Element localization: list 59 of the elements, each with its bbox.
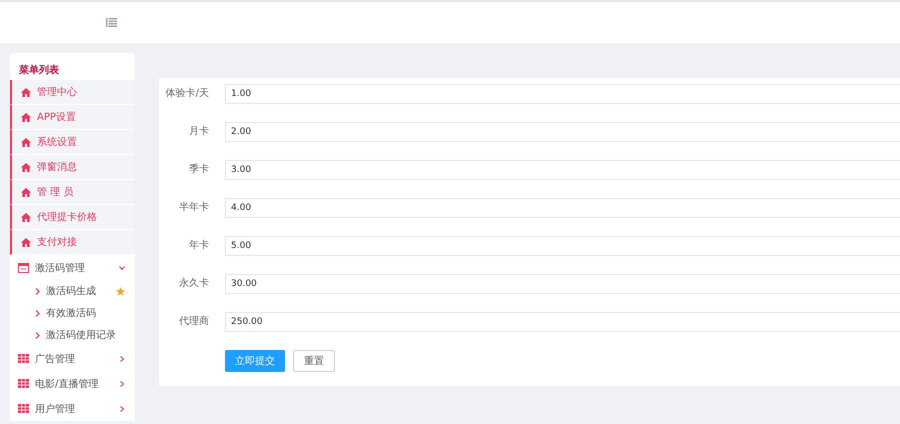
menu-item-label: 支付对接 [37,236,77,249]
table-icon [18,379,29,388]
menu-item[interactable]: 管 理 员 [10,180,135,205]
submenu-item[interactable]: 激活码生成 [10,280,135,302]
table-icon [18,404,29,413]
chevron-right-icon [35,332,40,338]
menu-group-label: 激活码管理 [35,262,86,274]
field-label: 永久卡 [178,276,209,291]
menu-group-label: 电影/直播管理 [35,378,100,390]
menu-title: 菜单列表 [18,64,60,78]
chevron-right-icon [35,310,40,316]
menu-item-label: 管理中心 [37,86,77,99]
submenu-item[interactable]: 激活码使用记录 [10,324,135,346]
home-icon [21,188,31,196]
field-label: 代理商 [178,314,209,329]
menu-item-label: 管 理 员 [37,186,74,199]
menu-item[interactable]: 代理提卡价格 [10,205,135,230]
home-icon [21,138,31,146]
field-label: 年卡 [188,238,209,253]
menu-item-label: APP设置 [37,110,76,124]
menu-item[interactable]: 管理中心 [10,80,135,105]
field-label: 体验卡/天 [164,86,209,101]
menu-item[interactable]: 系统设置 [10,130,135,155]
input-field[interactable]: 1.00 [225,84,900,104]
menu-group-label: 用户管理 [35,402,76,416]
input-field[interactable]: 250.00 [225,312,900,332]
submenu-item[interactable]: 有效激活码 [10,302,135,324]
home-icon [21,88,31,96]
field-label: 半年卡 [178,200,209,215]
menu-group[interactable]: 电影/直播管理 [10,371,135,396]
reset-button[interactable]: 重置 [293,350,335,372]
table-icon [18,354,29,363]
menu-group[interactable]: 用户管理 [10,396,135,421]
submenu-item-label: 激活码使用记录 [46,329,117,342]
input-field[interactable]: 30.00 [225,274,900,294]
menu-item-label: 代理提卡价格 [37,210,97,224]
menu-group[interactable]: 激活码管理 [10,255,135,280]
home-icon [21,112,31,122]
home-icon [21,212,31,222]
input-field[interactable]: 4.00 [225,198,900,218]
input-field[interactable]: 3.00 [225,160,900,180]
menu-group-label: 广告管理 [35,352,76,366]
field-label: 月卡 [188,124,209,139]
menu-item[interactable]: APP设置 [10,105,135,130]
menu-item[interactable]: 弹窗消息 [10,155,135,180]
menu-icon[interactable] [106,18,117,27]
home-icon [21,238,31,246]
field-label: 季卡 [188,162,209,177]
menu-item-label: 弹窗消息 [37,160,77,174]
input-field[interactable]: 2.00 [225,122,900,142]
submenu-item-label: 激活码生成 [46,284,97,298]
home-icon [21,162,31,172]
menu-item[interactable]: 支付对接 [10,230,135,255]
submenu-item-label: 有效激活码 [46,307,97,320]
menu-group[interactable]: 广告管理 [10,346,135,371]
menu-item-label: 系统设置 [37,136,77,149]
calendar-icon [18,262,29,272]
input-field[interactable]: 5.00 [225,236,900,256]
chevron-right-icon [35,288,40,294]
